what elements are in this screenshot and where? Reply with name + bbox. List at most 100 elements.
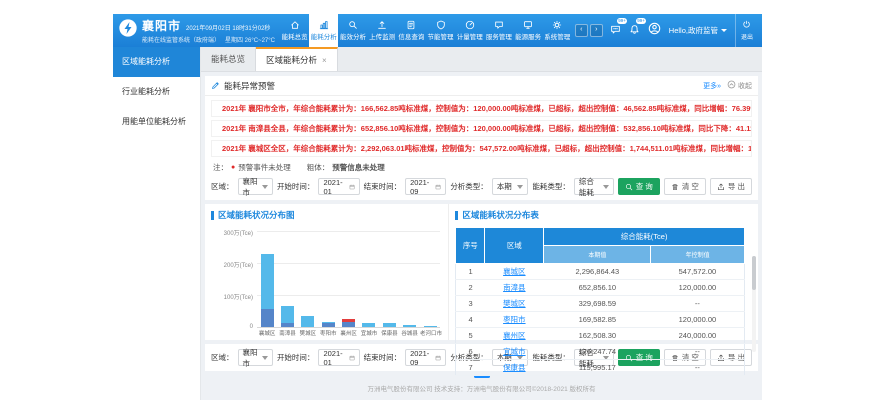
- nav-item-system-mgmt[interactable]: 系统管理: [543, 14, 572, 47]
- nav-item-upload-monitoring[interactable]: 上传监测: [368, 14, 397, 47]
- clear-button[interactable]: 清 空: [664, 178, 706, 195]
- field-value: 2021-01: [323, 349, 344, 367]
- title-block: 襄阳市 2021年09月02日 18时31分02秒 能耗在线监管系统（政府端） …: [142, 17, 275, 44]
- alert-row[interactable]: 2021年 襄阳市全市，年综合能耗累计为：166,562.85吨标准煤，控制值为…: [211, 100, 752, 117]
- chevron-down-icon: [262, 185, 268, 189]
- app-window: 襄阳市 2021年09月02日 18时31分02秒 能耗在线监管系统（政府端） …: [113, 14, 762, 400]
- nav-item-label: 服务管理: [486, 31, 512, 41]
- start-time-input[interactable]: 2021-01: [318, 349, 359, 366]
- field-value: 2021-09: [410, 349, 431, 367]
- field-value: 2021-01: [323, 178, 344, 196]
- region-link[interactable]: 保康县: [503, 363, 526, 372]
- cell-index: 7: [456, 360, 485, 376]
- nav-arrows: ‹ ›: [572, 14, 606, 47]
- monitor-icon: [523, 20, 533, 30]
- alert-row[interactable]: 2021年 襄城区全区，年综合能耗累计为：2,292,063.01吨标准煤，控制…: [211, 140, 752, 157]
- region-link[interactable]: 襄城区: [503, 267, 526, 276]
- message-badge: 99+: [617, 18, 628, 24]
- user-icon: [648, 22, 661, 35]
- cell-index: 2: [456, 280, 485, 296]
- tab-label: 区域能耗分析: [266, 54, 317, 66]
- nav-scroll-left-button[interactable]: ‹: [575, 24, 588, 37]
- notification-button[interactable]: 99+: [629, 22, 640, 40]
- nav-item-label: 能效分析: [340, 31, 366, 41]
- region-link[interactable]: 樊城区: [503, 299, 526, 308]
- table-section: 区域能耗状况分布表 序号区域综合能耗(Tce)本期值年控制值1襄城区2,296,…: [448, 204, 758, 340]
- datetime-text: 2021年09月02日 18时31分02秒: [186, 23, 270, 32]
- collapse-label: 收起: [738, 81, 752, 91]
- logo-area: 襄阳市 2021年09月02日 18时31分02秒 能耗在线监管系统（政府端） …: [113, 14, 280, 47]
- logout-button[interactable]: 退出: [735, 14, 758, 47]
- calendar-icon: [435, 183, 441, 191]
- region-link[interactable]: 枣阳市: [503, 315, 526, 324]
- table-row: 1襄城区2,296,864.43547,572.00: [456, 264, 745, 280]
- region-select[interactable]: 襄阳市: [238, 349, 273, 366]
- alert-row[interactable]: 2021年 南漳县全县，年综合能耗累计为：652,856.10吨标准煤，控制值为…: [211, 120, 752, 137]
- table-row: 4枣阳市169,582.85120,000.00: [456, 312, 745, 328]
- x-axis-label: 保康县: [379, 329, 399, 337]
- end-time-input[interactable]: 2021-09: [405, 178, 446, 195]
- region-link[interactable]: 襄州区: [503, 331, 526, 340]
- x-axis-label: 老河口市: [420, 329, 440, 337]
- cell-current: 169,582.85: [544, 312, 651, 328]
- bar-谷城县: [403, 231, 416, 327]
- x-axis-label: 襄城区: [257, 329, 277, 337]
- start-time-input[interactable]: 2021-01: [318, 178, 359, 195]
- nav-item-metering-mgmt[interactable]: 计量管理: [455, 14, 484, 47]
- cell-control: --: [651, 296, 745, 312]
- y-axis-tick: 100万(Tce): [211, 292, 253, 301]
- cell-control: 120,000.00: [651, 280, 745, 296]
- region-link[interactable]: 南漳县: [503, 283, 526, 292]
- nav-item-info-query[interactable]: 信息查询: [397, 14, 426, 47]
- nav-item-energy-saving-mgmt[interactable]: 节能管理: [426, 14, 455, 47]
- collapse-icon: [727, 80, 736, 89]
- x-axis-label: 枣阳市: [318, 329, 338, 337]
- energy-type-select[interactable]: 综合能耗: [574, 178, 614, 195]
- y-axis-tick: 0: [211, 324, 253, 330]
- nav-item-energy-overview[interactable]: 能耗总览: [280, 14, 309, 47]
- pencil-icon: [211, 81, 220, 90]
- upload-icon: [377, 20, 387, 30]
- nav-item-label: 系统管理: [544, 31, 570, 41]
- cell-current: 119,995.17: [544, 360, 651, 376]
- note-prefix: 注：: [213, 162, 228, 173]
- sidebar-item-unit-energy-analysis[interactable]: 用能单位能耗分析: [113, 107, 200, 137]
- nav-item-energy-service[interactable]: 能源服务: [514, 14, 543, 47]
- logout-label: 退出: [741, 32, 753, 41]
- nav-scroll-right-button[interactable]: ›: [590, 24, 603, 37]
- search-button[interactable]: 查 询: [618, 178, 660, 195]
- more-link[interactable]: 更多»: [703, 81, 721, 91]
- note-bold-prefix: 粗体：: [307, 162, 330, 173]
- metering-icon: [465, 20, 475, 30]
- x-axis-label: 宜城市: [359, 329, 379, 337]
- end-time-input[interactable]: 2021-09: [405, 349, 446, 366]
- button-label: 清 空: [682, 181, 699, 192]
- sidebar-item-industry-energy-analysis[interactable]: 行业能耗分析: [113, 77, 200, 107]
- message-button[interactable]: 99+: [610, 22, 621, 40]
- nav-item-efficiency-analysis[interactable]: 能效分析: [338, 14, 367, 47]
- collapse-button[interactable]: 收起: [727, 80, 752, 91]
- x-axis-label: 樊城区: [298, 329, 318, 337]
- y-axis-tick: 200万(Tce): [211, 260, 253, 269]
- bar-宜城市: [362, 231, 375, 327]
- tab-bar: 能耗总览区域能耗分析 ×: [201, 47, 762, 72]
- avatar[interactable]: [648, 22, 661, 40]
- export-button[interactable]: 导 出: [710, 178, 752, 195]
- tab-close-icon[interactable]: ×: [322, 56, 327, 65]
- nav-item-service-mgmt[interactable]: 服务管理: [484, 14, 513, 47]
- alert-text: 2021年 南漳县全县，年综合能耗累计为：652,856.10吨标准煤，控制值为…: [222, 123, 752, 134]
- table-scrollbar[interactable]: [752, 256, 756, 352]
- analysis-type-select[interactable]: 本期: [492, 178, 529, 195]
- tab-region-energy-analysis[interactable]: 区域能耗分析 ×: [256, 47, 338, 71]
- export-icon: [717, 183, 725, 191]
- table-row: 6宜城市126,247.74--: [456, 344, 745, 360]
- sidebar-item-region-energy-analysis[interactable]: 区域能耗分析: [113, 47, 200, 77]
- user-menu[interactable]: Hello,政府监管: [669, 25, 727, 36]
- table-row: 7保康县119,995.17--: [456, 360, 745, 376]
- tab-energy-overview[interactable]: 能耗总览: [201, 47, 256, 71]
- nav-item-label: 能耗分析: [311, 31, 337, 41]
- region-link[interactable]: 宜城市: [503, 347, 526, 356]
- region-select[interactable]: 襄阳市: [238, 178, 273, 195]
- nav-item-energy-analysis[interactable]: 能耗分析: [309, 14, 338, 47]
- cell-current: 329,698.59: [544, 296, 651, 312]
